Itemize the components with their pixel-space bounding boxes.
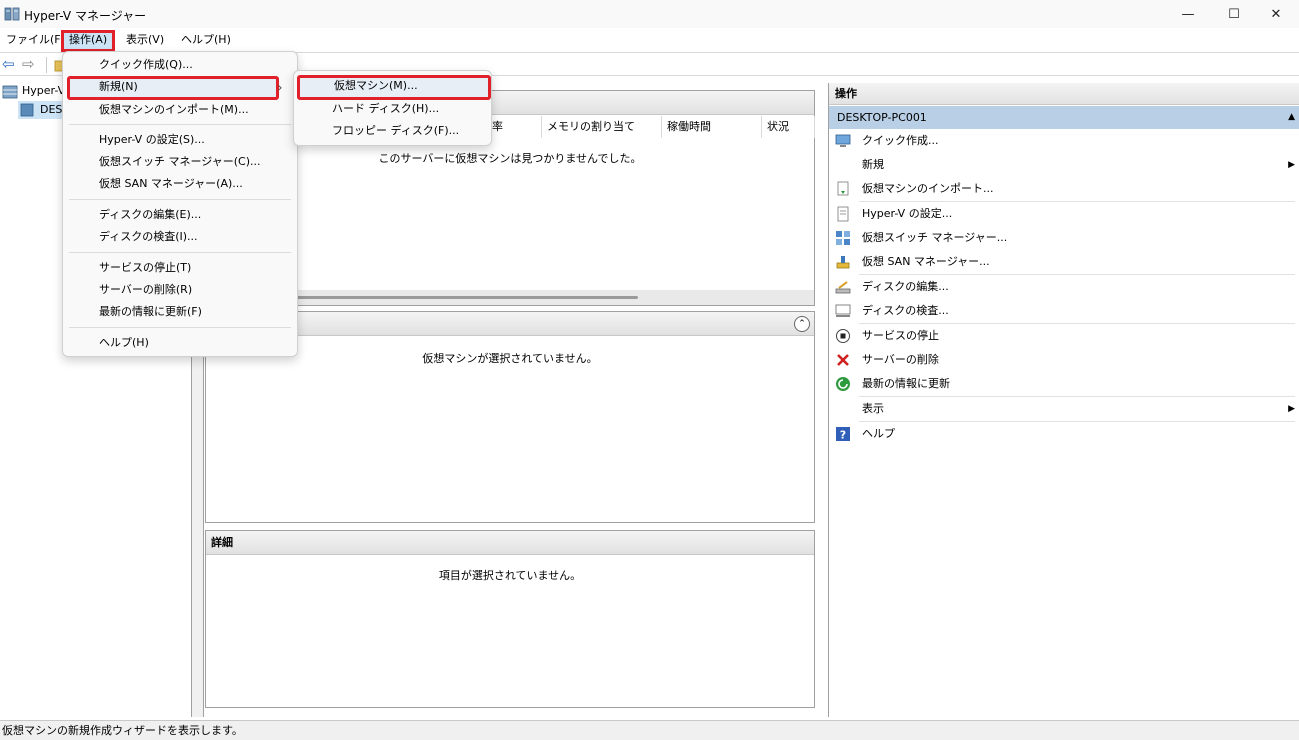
- action-label: 仮想 SAN マネージャー...: [862, 255, 990, 268]
- action-virtual-san-manager[interactable]: 仮想 SAN マネージャー...: [829, 250, 1299, 274]
- svg-text:?: ?: [840, 429, 846, 442]
- action-virtual-switch-manager[interactable]: 仮想スイッチ マネージャー...: [829, 226, 1299, 250]
- action-label: クイック作成...: [862, 134, 939, 147]
- network-switch-icon: [836, 231, 850, 245]
- action-inspect-disk[interactable]: ディスクの検査...: [829, 299, 1299, 323]
- menu-view[interactable]: 表示(V): [121, 31, 169, 49]
- action-label: ディスクの検査...: [862, 304, 949, 317]
- column-memory[interactable]: メモリの割り当て: [542, 116, 662, 138]
- action-label: ヘルプ: [862, 427, 895, 440]
- menu-virtual-san-manager[interactable]: 仮想 SAN マネージャー(A)...: [67, 173, 293, 195]
- import-icon: [837, 181, 849, 196]
- action-label: 表示: [862, 402, 884, 415]
- san-icon: [836, 256, 850, 269]
- separator: [69, 124, 291, 125]
- action-label: 仮想スイッチ マネージャー...: [862, 231, 1008, 244]
- action-stop-service[interactable]: サービスの停止: [829, 324, 1299, 348]
- column-status[interactable]: 状況: [762, 116, 815, 138]
- settings-page-icon: [837, 206, 849, 222]
- menu-new[interactable]: 新規(N): [67, 76, 279, 100]
- action-label: 新規: [862, 158, 884, 171]
- title-bar: Hyper-V マネージャー — ☐ ✕: [0, 0, 1299, 28]
- separator: [69, 252, 291, 253]
- server-icon: [20, 103, 34, 117]
- action-help[interactable]: ? ヘルプ: [829, 422, 1299, 446]
- menu-file[interactable]: ファイル(F): [1, 31, 70, 49]
- action-new[interactable]: 新規 ▶: [829, 153, 1299, 177]
- submenu-hard-disk[interactable]: ハード ディスク(H)...: [298, 98, 488, 120]
- details-panel-title: 詳細: [206, 531, 814, 555]
- action-refresh[interactable]: 最新の情報に更新: [829, 372, 1299, 396]
- collapse-arrow-icon[interactable]: ▲: [1288, 106, 1295, 129]
- action-view[interactable]: 表示 ▶: [829, 397, 1299, 421]
- tree-root[interactable]: Hyper-V: [22, 84, 65, 97]
- new-submenu: 仮想マシン(M)... ハード ディスク(H)... フロッピー ディスク(F)…: [293, 70, 492, 146]
- separator: [69, 327, 291, 328]
- separator: [69, 199, 291, 200]
- toolbar-separator: [46, 57, 47, 73]
- hyper-v-icon: [4, 7, 20, 21]
- menu-remove-server[interactable]: サーバーの削除(R): [67, 279, 293, 301]
- menu-hyperv-settings[interactable]: Hyper-V の設定(S)...: [67, 129, 293, 151]
- action-quick-create[interactable]: クイック作成...: [829, 129, 1299, 153]
- action-label: 仮想マシンのインポート...: [862, 182, 994, 195]
- submenu-arrow-icon: ▶: [1288, 160, 1295, 170]
- edit-disk-icon: [835, 281, 851, 294]
- menu-help[interactable]: ヘルプ(H): [176, 31, 236, 49]
- stop-icon: [836, 329, 850, 343]
- status-bar: 仮想マシンの新規作成ウィザードを表示します。: [0, 720, 1299, 740]
- back-button[interactable]: ⇦: [2, 55, 15, 73]
- submenu-virtual-machine-label: 仮想マシン(M)...: [334, 79, 418, 92]
- menu-new-label: 新規(N): [99, 80, 138, 93]
- submenu-virtual-machine[interactable]: 仮想マシン(M)...: [297, 75, 491, 100]
- action-label: サービスの停止: [862, 329, 939, 342]
- action-import-vm[interactable]: 仮想マシンのインポート...: [829, 177, 1299, 201]
- menu-refresh[interactable]: 最新の情報に更新(F): [67, 301, 293, 323]
- menu-virtual-switch-manager[interactable]: 仮想スイッチ マネージャー(C)...: [67, 151, 293, 173]
- menu-edit-disk[interactable]: ディスクの編集(E)...: [67, 204, 293, 226]
- monitor-icon: [835, 134, 851, 147]
- menu-help-item[interactable]: ヘルプ(H): [67, 332, 293, 354]
- actions-host-label: DESKTOP-PC001: [837, 111, 927, 124]
- collapse-button[interactable]: ⌃: [794, 316, 810, 332]
- action-hyperv-settings[interactable]: Hyper-V の設定...: [829, 202, 1299, 226]
- action-label: サーバーの削除: [862, 353, 939, 366]
- details-panel: 詳細 項目が選択されていません。: [205, 530, 815, 708]
- submenu-arrow-icon: ›: [277, 80, 283, 96]
- forward-button[interactable]: ⇨: [22, 55, 35, 73]
- refresh-icon: [836, 377, 850, 391]
- maximize-button[interactable]: ☐: [1211, 0, 1257, 28]
- help-icon: ?: [836, 427, 850, 442]
- scrollbar-thumb[interactable]: [296, 296, 638, 299]
- inspect-disk-icon: [835, 304, 851, 317]
- menu-bar: ファイル(F) 操作(A) 表示(V) ヘルプ(H): [0, 28, 1299, 52]
- action-menu: クイック作成(Q)... 新規(N) › 仮想マシンのインポート(M)... H…: [62, 51, 298, 357]
- actions-pane: 操作 DESKTOP-PC001 ▲ クイック作成... 新規 ▶ 仮想マシンの…: [828, 83, 1299, 717]
- window-title: Hyper-V マネージャー: [24, 9, 147, 23]
- action-remove-server[interactable]: サーバーの削除: [829, 348, 1299, 372]
- close-button[interactable]: ✕: [1253, 0, 1299, 28]
- hyper-v-manager-icon: [2, 85, 18, 99]
- menu-inspect-disk[interactable]: ディスクの検査(I)...: [67, 226, 293, 248]
- action-label: Hyper-V の設定...: [862, 207, 953, 220]
- actions-host-header[interactable]: DESKTOP-PC001 ▲: [829, 106, 1299, 129]
- details-empty-message: 項目が選択されていません。: [438, 569, 582, 582]
- minimize-button[interactable]: —: [1165, 0, 1211, 28]
- menu-action[interactable]: 操作(A): [61, 30, 116, 52]
- submenu-arrow-icon: ▶: [1288, 404, 1295, 414]
- menu-stop-service[interactable]: サービスの停止(T): [67, 257, 293, 279]
- action-label: ディスクの編集...: [862, 280, 949, 293]
- menu-import-vm[interactable]: 仮想マシンのインポート(M)...: [67, 99, 293, 121]
- action-label: 最新の情報に更新: [862, 377, 950, 390]
- submenu-floppy-disk[interactable]: フロッピー ディスク(F)...: [298, 120, 488, 142]
- tree-host-label: DES: [40, 103, 63, 116]
- actions-title: 操作: [829, 83, 1299, 105]
- action-edit-disk[interactable]: ディスクの編集...: [829, 275, 1299, 299]
- column-uptime[interactable]: 稼働時間: [662, 116, 762, 138]
- delete-icon: [837, 354, 849, 366]
- menu-quick-create[interactable]: クイック作成(Q)...: [67, 54, 293, 76]
